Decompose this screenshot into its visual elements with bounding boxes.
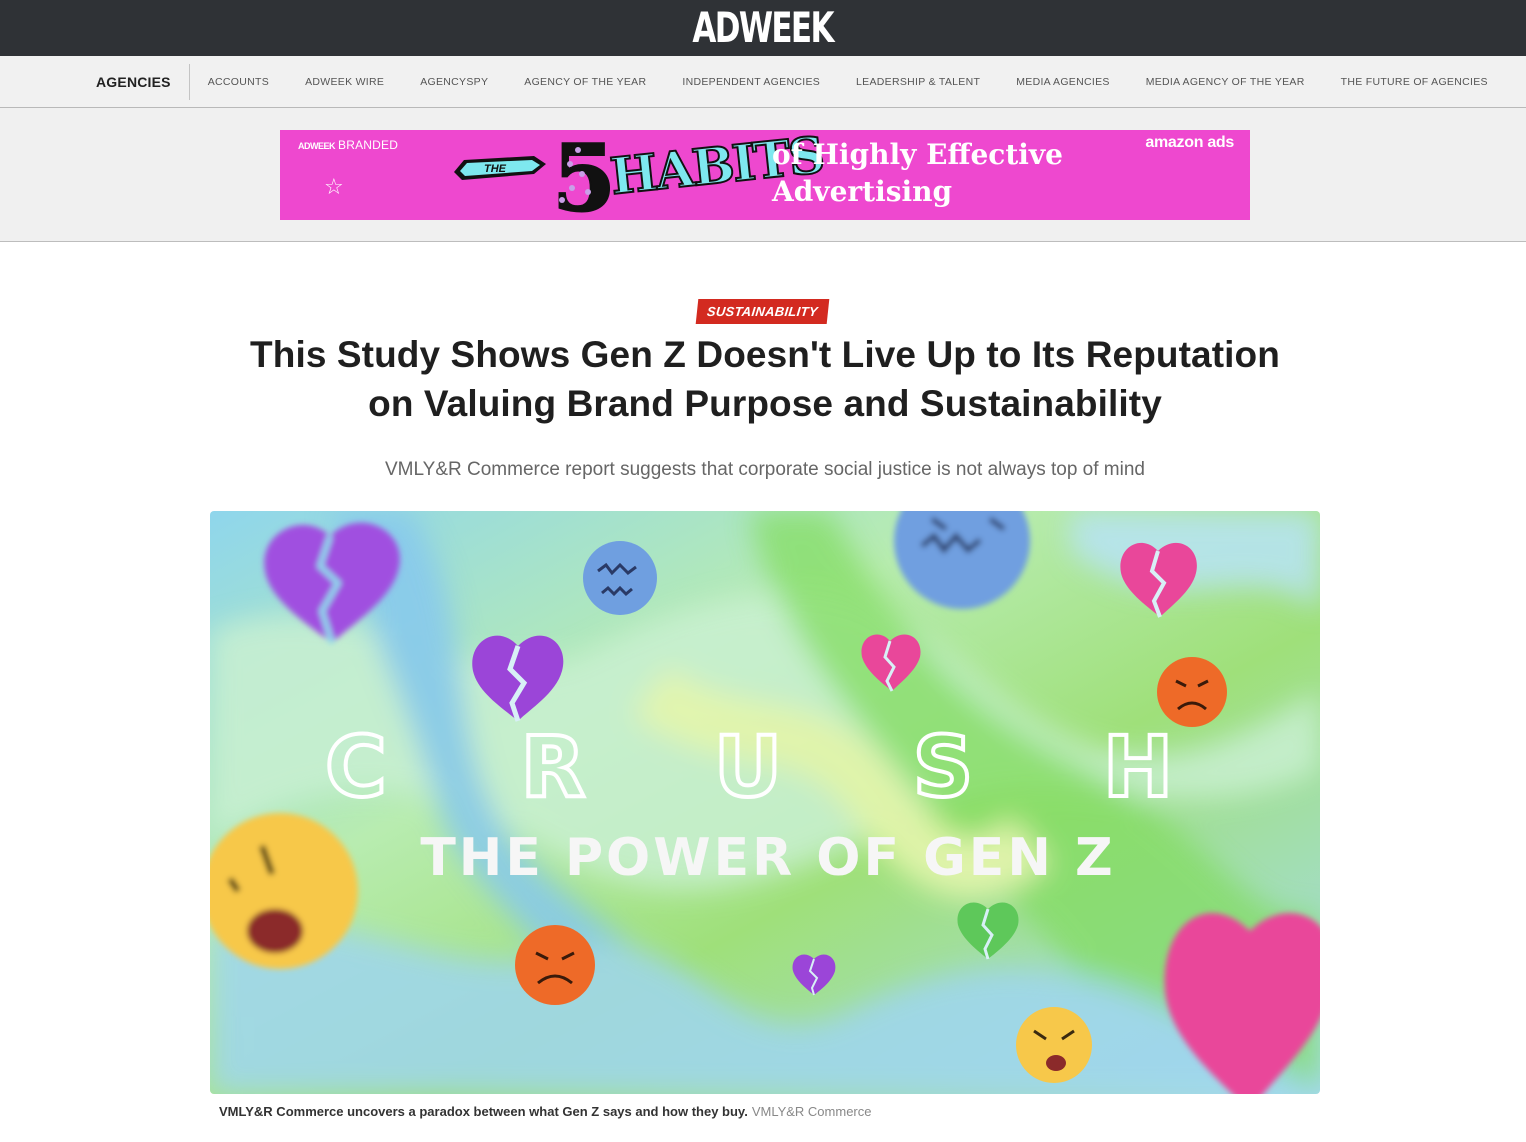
angry-face-icon-1 — [1157, 657, 1227, 727]
crush-letter-c: C — [325, 718, 387, 816]
arrow-text: THE — [484, 163, 507, 175]
article-headline: This Study Shows Gen Z Doesn't Live Up t… — [250, 334, 1280, 424]
caption-text: VMLY&R Commerce uncovers a paradox betwe… — [219, 1104, 748, 1119]
category-tag[interactable]: SUSTAINABILITY — [695, 299, 830, 324]
banner-ad[interactable]: ADWEEK BRANDED ☆ THE 5 HABITS of Highly E… — [280, 130, 1250, 220]
number-five-graphic: 5 — [551, 130, 610, 218]
nav-link-independent-agencies[interactable]: INDEPENDENT AGENCIES — [682, 76, 820, 88]
nav-link-media-agencies[interactable]: MEDIA AGENCIES — [1016, 76, 1109, 88]
angry-yellow-face-icon-small — [1016, 1007, 1092, 1083]
angry-face-icon-2 — [515, 925, 595, 1005]
nav-link-agency-of-the-year[interactable]: AGENCY OF THE YEAR — [524, 76, 646, 88]
nav-link-accounts[interactable]: ACCOUNTS — [208, 76, 269, 88]
nav-link-leadership-talent[interactable]: LEADERSHIP & TALENT — [856, 76, 980, 88]
crush-letter-s: S — [913, 718, 974, 816]
hero-caption: VMLY&R Commerce uncovers a paradox betwe… — [219, 1104, 872, 1119]
section-nav-links: ACCOUNTS ADWEEK WIRE AGENCYSPY AGENCY OF… — [208, 76, 1524, 88]
crush-letter-u: U — [714, 718, 782, 816]
nav-link-adweek-wire[interactable]: ADWEEK WIRE — [305, 76, 384, 88]
star-icon: ☆ — [324, 174, 344, 199]
adweek-logo[interactable]: ADWEEK — [693, 7, 835, 49]
ad-band: ADWEEK BRANDED ☆ THE 5 HABITS of Highly E… — [0, 108, 1526, 242]
photo-credit: VMLY&R Commerce — [751, 1104, 872, 1119]
crush-letter-r: R — [521, 718, 586, 816]
top-bar: ADWEEK — [0, 0, 1526, 56]
amazon-ads-logo: amazon ads — [1145, 134, 1234, 151]
nav-link-agencyspy[interactable]: AGENCYSPY — [420, 76, 488, 88]
section-nav: AGENCIES ACCOUNTS ADWEEK WIRE AGENCYSPY … — [0, 56, 1526, 108]
arrow-graphic: THE — [454, 156, 546, 180]
dizzy-face-icon-1 — [583, 541, 657, 615]
ad-tagline: of Highly Effective Advertising — [772, 138, 1063, 208]
article-dek: VMLY&R Commerce report suggests that cor… — [385, 459, 1145, 480]
nav-link-future-of-agencies[interactable]: THE FUTURE OF AGENCIES — [1341, 76, 1488, 88]
section-title-agencies[interactable]: AGENCIES — [96, 63, 190, 100]
nav-link-media-agency-of-the-year[interactable]: MEDIA AGENCY OF THE YEAR — [1146, 76, 1305, 88]
crush-overlay: C R U S H THE POWER OF GEN Z — [323, 718, 1175, 888]
adweek-branded-label: ADWEEK BRANDED — [298, 138, 399, 152]
hero-subtitle: THE POWER OF GEN Z — [420, 828, 1115, 888]
crush-letter-h: H — [1103, 718, 1173, 816]
